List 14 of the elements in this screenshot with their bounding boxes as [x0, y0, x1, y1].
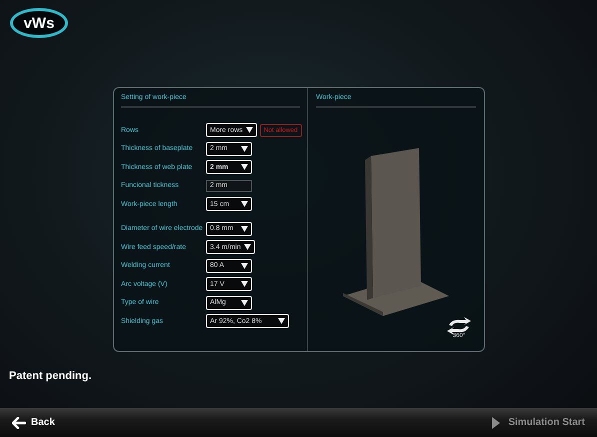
caret-icon	[241, 300, 248, 306]
arrow-left-icon	[12, 416, 26, 428]
caret-icon	[241, 262, 248, 269]
caret-icon	[241, 281, 248, 288]
caret-icon	[241, 226, 248, 232]
caret-icon	[278, 318, 285, 324]
notice-text: Patent pending.	[9, 370, 92, 382]
back-button[interactable]: Back	[10, 414, 57, 430]
caret-icon	[244, 244, 251, 250]
logo: vWs	[10, 8, 68, 38]
caret-icon	[241, 146, 248, 152]
caret-icon	[241, 201, 248, 208]
caret-icon	[241, 164, 248, 170]
caret-icon	[246, 127, 253, 134]
